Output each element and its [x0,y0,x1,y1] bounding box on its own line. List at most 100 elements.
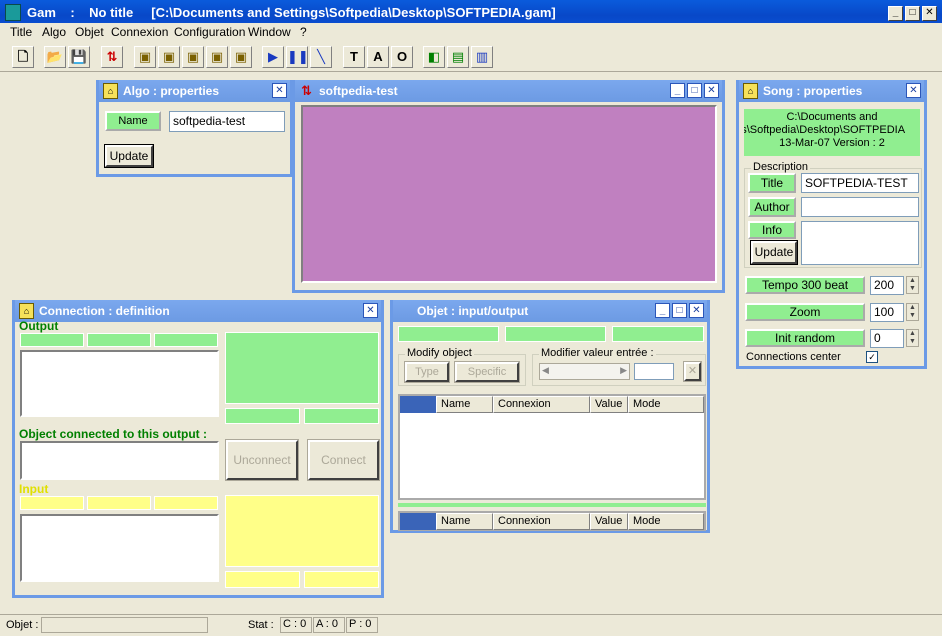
algo-icon-4-button[interactable]: ▣ [206,46,228,68]
input-cell-1 [20,496,84,510]
song-info-field[interactable] [801,221,919,265]
column-header-name[interactable]: Name [436,513,493,530]
connection-definition-window: ⌂ Connection : definition ✕ Output Objec… [12,300,384,598]
init-random-spinner[interactable]: ▲ ▼ [906,329,919,347]
split-vertical-icon: ▥ [475,49,489,64]
canvas-window-title: softpedia-test [319,84,398,98]
song-update-button[interactable]: Update [750,240,798,265]
menu-algo[interactable]: Algo [42,25,66,39]
column-header-value[interactable]: Value [590,513,628,530]
arrows-updown-icon: ⇅ [106,49,118,64]
objet-io-title: Objet : input/output [417,304,529,318]
tempo-spinner[interactable]: ▲ ▼ [906,276,919,294]
close-button[interactable]: ✕ [922,6,937,21]
menu-window[interactable]: Window [248,25,291,39]
column-header-value[interactable]: Value [590,396,628,413]
zoom-field[interactable]: 100 [870,303,904,322]
algo-update-button[interactable]: Update [104,144,154,168]
maximize-button[interactable]: □ [905,6,920,21]
split-vertical-button[interactable]: ▥ [471,46,493,68]
column-header-mode[interactable]: Mode [628,513,704,530]
connect-button[interactable]: Connect [307,439,380,481]
close-icon[interactable]: ✕ [704,83,719,98]
maximize-icon[interactable]: □ [687,83,702,98]
a-tool-button[interactable]: A [367,46,389,68]
song-path-line-3: 13-Mar-07 Version : 2 [779,137,885,149]
song-title-field[interactable]: SOFTPEDIA-TEST [801,173,919,193]
outputs-table[interactable]: Name Connexion Value Mode [398,511,706,531]
objet-io-caption: Objet : input/output _ □ ✕ [393,300,707,322]
o-tool-button[interactable]: O [391,46,413,68]
specific-button[interactable]: Specific [454,361,520,383]
column-header-mode[interactable]: Mode [628,396,704,413]
connections-center-checkbox[interactable]: ✓ [866,351,878,363]
arrows-updown-button[interactable]: ⇅ [101,46,123,68]
song-path-line-2: ngs\Softpedia\Desktop\SOFTPEDIA [744,124,906,136]
algo-icon-3-button[interactable]: ▣ [182,46,204,68]
slider-left-arrow-icon[interactable]: ◀ [542,365,549,376]
zoom-label: Zoom [745,303,865,321]
algo-icon-2-button[interactable]: ▣ [158,46,180,68]
pause-button[interactable]: ❚❚ [286,46,309,68]
output-detail-panel [225,332,379,404]
menu-title[interactable]: Title [10,25,32,39]
algo-icon-1-button[interactable]: ▣ [134,46,156,68]
close-icon[interactable]: ✕ [689,303,704,318]
output-cell-3 [154,333,218,347]
output-detail-cell-1 [225,408,300,424]
song-properties-title: Song : properties [763,84,863,98]
output-list[interactable] [20,350,219,417]
app-title: Gam : No title [C:\Documents and Setting… [27,5,556,20]
minimize-icon[interactable]: _ [655,303,670,318]
save-disk-icon: 💾 [70,49,88,64]
connection-window-icon: ⌂ [19,303,34,319]
layers-button[interactable]: ◧ [423,46,445,68]
connected-output-list[interactable] [20,441,219,480]
type-button[interactable]: Type [404,361,450,383]
tempo-field[interactable]: 200 [870,276,904,295]
close-icon[interactable]: ✕ [906,83,921,98]
play-button[interactable]: ▶ [262,46,284,68]
maximize-icon[interactable]: □ [672,303,687,318]
column-header-connexion[interactable]: Connexion [493,396,590,413]
unconnect-button[interactable]: Unconnect [225,439,299,481]
menu-connexion[interactable]: Connexion [111,25,168,39]
minimize-button[interactable]: _ [888,6,903,21]
column-header-connexion[interactable]: Connexion [493,513,590,530]
drawing-canvas[interactable] [301,105,717,283]
objet-field-2 [505,326,606,342]
slider-right-arrow-icon[interactable]: ▶ [620,365,627,376]
input-list[interactable] [20,514,219,582]
value-input[interactable] [634,363,674,380]
song-author-field[interactable] [801,197,919,217]
close-icon[interactable]: ✕ [272,83,287,98]
minimize-icon[interactable]: _ [670,83,685,98]
algo-icon-4-icon: ▣ [210,49,224,64]
close-icon[interactable]: ✕ [363,303,378,318]
save-disk-button[interactable]: 💾 [68,46,90,68]
status-c-value: C : 0 [280,617,312,633]
menu-configuration[interactable]: Configuration [174,25,245,39]
a-tool-icon: A [373,49,383,64]
menu-objet[interactable]: Objet [75,25,104,39]
status-objet-label: Objet : [6,619,39,631]
gam-app-icon [5,4,21,21]
split-horizontal-button[interactable]: ▤ [447,46,469,68]
menu-help[interactable]: ? [300,25,307,39]
text-tool-button[interactable]: T [343,46,365,68]
new-file-button[interactable]: 🗋 [12,46,34,68]
text-tool-icon: T [350,49,358,64]
algo-icon-5-button[interactable]: ▣ [230,46,252,68]
column-header-name[interactable]: Name [436,396,493,413]
value-slider[interactable]: ◀ ▶ [539,363,630,380]
line-tool-button[interactable]: ╲ [310,46,332,68]
inputs-table[interactable]: Name Connexion Value Mode [398,394,706,500]
splitter-bar[interactable] [398,503,706,507]
init-random-field[interactable]: 0 [870,329,904,348]
open-folder-button[interactable]: 📂 [44,46,66,68]
algo-name-field[interactable]: softpedia-test [169,111,285,132]
clear-value-button[interactable]: ✕ [683,361,702,382]
input-detail-cell-2 [304,571,379,588]
zoom-spinner[interactable]: ▲ ▼ [906,303,919,321]
canvas-window: ⇅ softpedia-test _ □ ✕ [292,80,725,293]
